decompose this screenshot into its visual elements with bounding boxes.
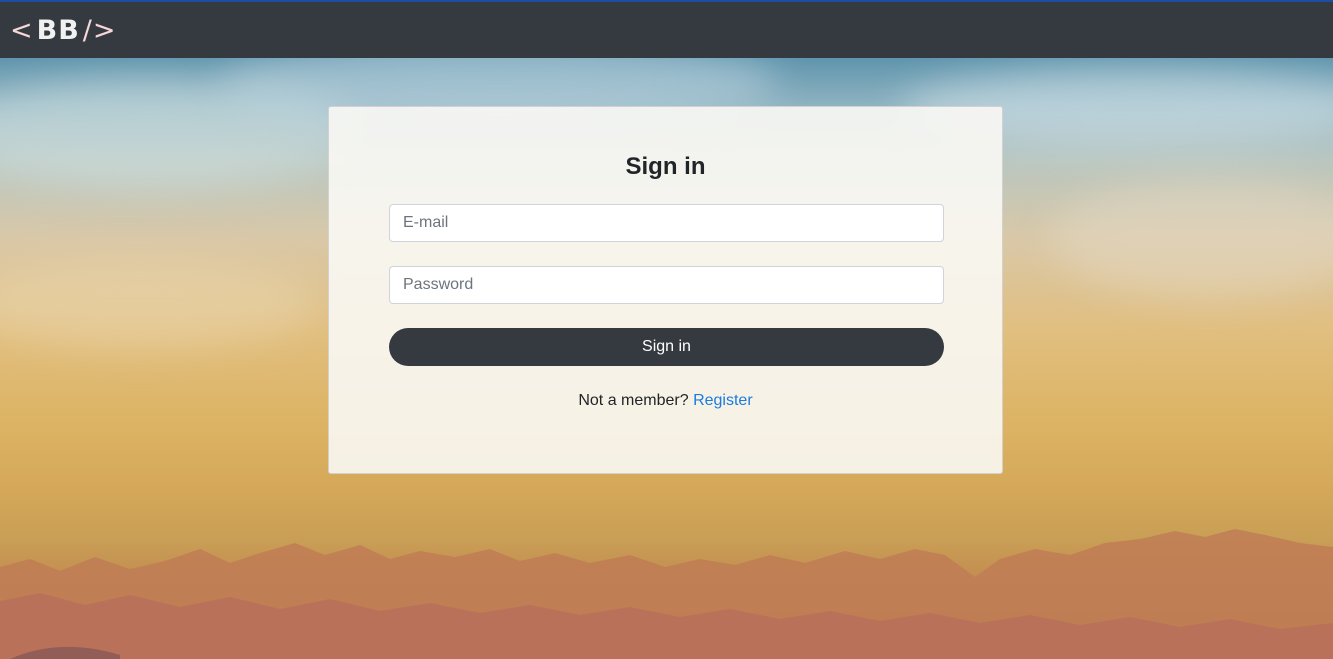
password-input[interactable] [389, 266, 944, 304]
cloud [1050, 178, 1333, 298]
sign-in-card: Sign in Sign in Not a member? Register [328, 106, 1003, 474]
top-navbar: < BB /> [0, 0, 1333, 58]
cloud [0, 258, 320, 348]
brand-logo[interactable]: < BB /> [10, 15, 117, 46]
register-link[interactable]: Register [693, 392, 753, 409]
brand-open-bracket: < [10, 14, 34, 46]
register-prompt-text: Not a member? [578, 392, 689, 409]
brand-text: BB [36, 14, 80, 46]
mountain-silhouette [0, 529, 1333, 659]
sign-in-title: Sign in [625, 153, 706, 180]
email-input[interactable] [389, 204, 944, 242]
register-prompt: Not a member? Register [329, 392, 1002, 410]
brand-close-bracket: /> [82, 14, 117, 46]
sign-in-button[interactable]: Sign in [389, 328, 944, 366]
